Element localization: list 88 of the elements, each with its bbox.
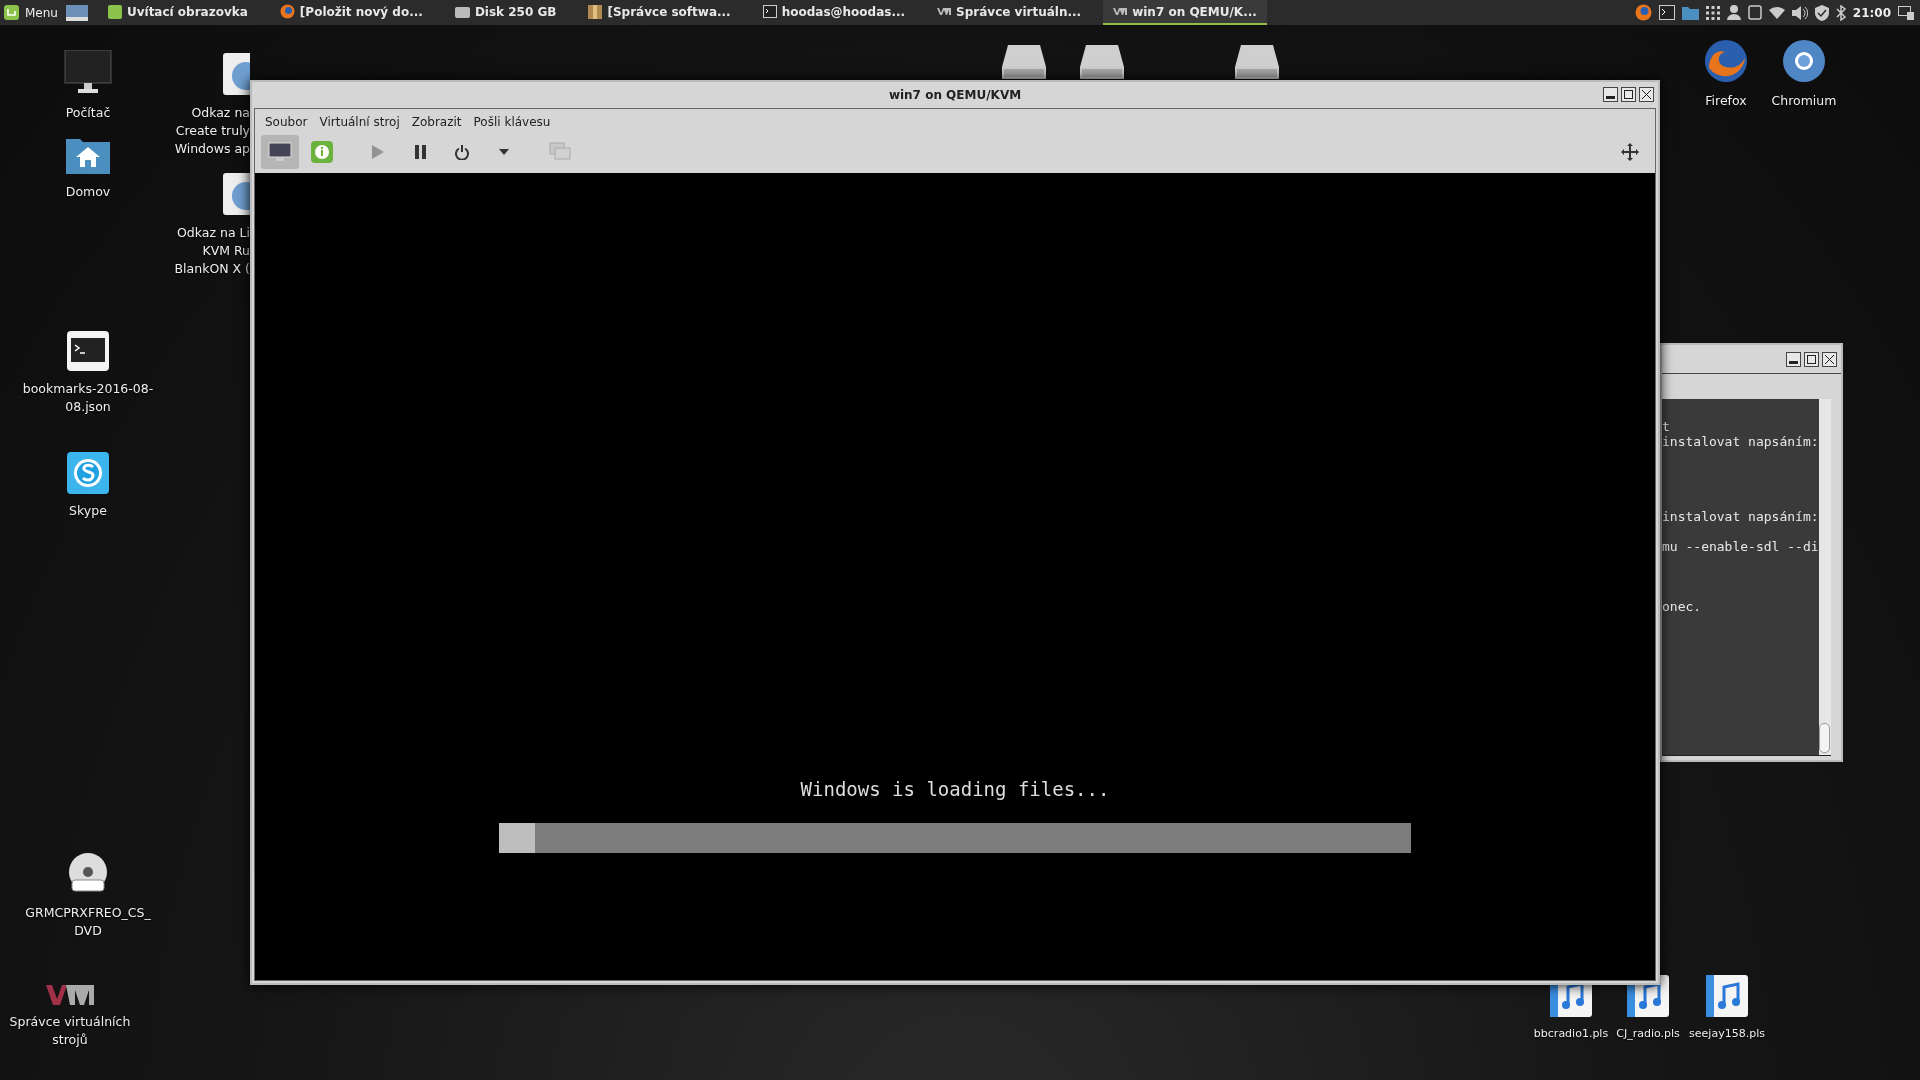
clock[interactable]: 21:00 — [1852, 5, 1891, 20]
hard-drive-icon[interactable] — [1235, 45, 1279, 79]
shield-icon[interactable] — [1814, 4, 1829, 21]
desktop-icon-label[interactable]: bookmarks-2016-08- 08.json — [22, 380, 154, 416]
menu-item[interactable]: Soubor — [259, 113, 314, 131]
hard-drive-icon[interactable] — [1002, 45, 1046, 79]
desktop-icon-label[interactable]: CJ_radio.pls — [1616, 1025, 1680, 1043]
terminal-line: instalovat napsáním: — [1662, 434, 1819, 449]
taskbar-task[interactable]: Disk 250 GB — [444, 0, 567, 25]
info-icon — [311, 141, 333, 163]
monitor-icon — [268, 142, 292, 162]
menu-item[interactable]: Zobrazit — [405, 113, 468, 131]
taskbar-task[interactable]: hoodas@hoodas... — [752, 0, 916, 25]
play-icon — [372, 145, 384, 159]
desktop-icon-label[interactable]: Odkaz na Create truly Windows ap — [174, 104, 250, 158]
web-link-icon — [222, 52, 250, 96]
mint-logo-icon — [4, 5, 19, 20]
close-icon — [1642, 90, 1651, 99]
taskbar-task[interactable]: Správce virtuáln... — [927, 0, 1092, 25]
monitor-icon — [64, 50, 112, 96]
maximize-button[interactable] — [1804, 351, 1819, 367]
show-desktop-icon[interactable] — [65, 4, 88, 21]
loading-message: Windows is loading files... — [800, 778, 1110, 800]
maximize-icon — [1807, 354, 1816, 364]
desktop-icon-label[interactable]: Chromium — [1771, 92, 1837, 110]
desktop-icon-label[interactable]: Firefox — [1705, 92, 1747, 110]
playlist-file-icon — [1706, 975, 1748, 1017]
chromium-icon — [1781, 38, 1827, 84]
power-icon — [455, 144, 469, 160]
firefox-icon — [279, 4, 295, 19]
volume-icon[interactable] — [1791, 5, 1808, 20]
maximize-icon — [1624, 90, 1633, 99]
display-icon[interactable] — [1898, 5, 1914, 20]
user-icon[interactable] — [1726, 5, 1741, 20]
desktop-icon-label[interactable]: Odkaz na Li KVM Ru BlankON X ( — [174, 224, 250, 278]
package-icon — [588, 4, 603, 19]
terminal-line: instalovat napsáním: — [1662, 509, 1819, 524]
desktop-icon-label[interactable]: seejay158.pls — [1689, 1025, 1765, 1043]
menu-item[interactable]: Virtuální stroj — [313, 113, 406, 131]
skype-icon — [67, 452, 109, 494]
clipboard-icon[interactable] — [1747, 5, 1762, 20]
maximize-button[interactable] — [1621, 87, 1636, 102]
taskbar-task[interactable]: Uvítací obrazovka — [97, 0, 258, 25]
window-title: win7 on QEMU/KVM — [888, 88, 1022, 102]
terminal-line: onec. — [1662, 599, 1703, 614]
welcome-icon — [107, 4, 122, 19]
taskbar-task[interactable]: win7 on QEMU/K... — [1103, 0, 1267, 25]
firefox-icon — [1703, 38, 1749, 84]
terminal-line: mu --enable-sdl --di — [1662, 539, 1819, 554]
desktop-icon-label[interactable]: Domov — [65, 183, 111, 201]
desktop-icon-label[interactable]: Počítač — [65, 104, 111, 122]
minimize-icon — [1606, 96, 1615, 99]
drive-icon — [454, 4, 470, 19]
terminal-icon — [66, 330, 110, 372]
vmm-logo-icon — [937, 8, 952, 15]
desktop-icon-label[interactable]: Skype — [69, 502, 107, 520]
terminal-icon[interactable] — [1658, 5, 1675, 20]
taskbar-task[interactable]: [Správce softwa... — [578, 0, 741, 25]
bluetooth-icon[interactable] — [1835, 4, 1846, 21]
wifi-icon[interactable] — [1768, 6, 1785, 19]
taskbar-task[interactable]: [Položit nový do... — [269, 0, 433, 25]
pause-icon — [414, 145, 426, 159]
hard-drive-icon[interactable] — [1080, 45, 1124, 79]
minimize-icon — [1789, 360, 1798, 364]
caret-icon — [499, 149, 509, 155]
web-link-icon — [222, 172, 250, 216]
folder-icon[interactable] — [1681, 5, 1699, 20]
desktop-icon-label[interactable]: Správce virtuálních strojů — [9, 1013, 131, 1049]
vmm-logo-icon — [1113, 8, 1128, 15]
move-arrows-icon — [1621, 143, 1639, 161]
close-button[interactable] — [1822, 351, 1837, 367]
snapshots-icon — [549, 142, 571, 162]
app-grid-icon[interactable] — [1705, 5, 1720, 20]
scrollbar[interactable] — [1818, 399, 1831, 755]
terminal-line: t — [1662, 419, 1671, 434]
vmm-logo-icon — [46, 985, 94, 1005]
vm-screen[interactable]: Windows is loading files... — [255, 173, 1655, 980]
minimize-button[interactable] — [1603, 87, 1618, 102]
minimize-button[interactable] — [1786, 351, 1801, 367]
close-button[interactable] — [1639, 87, 1654, 102]
menu-item[interactable]: Pošli klávesu — [467, 113, 557, 131]
close-icon — [1825, 354, 1834, 364]
firefox-icon[interactable] — [1634, 4, 1652, 21]
menu-button[interactable]: Menu — [0, 0, 66, 25]
desktop-icon-label[interactable]: bbcradio1.pls — [1533, 1025, 1609, 1043]
terminal-icon — [762, 5, 777, 18]
toolbar-button[interactable] — [261, 135, 299, 169]
desktop-icon-label[interactable]: GRMCPRXFREO_CS_ DVD — [25, 904, 151, 940]
